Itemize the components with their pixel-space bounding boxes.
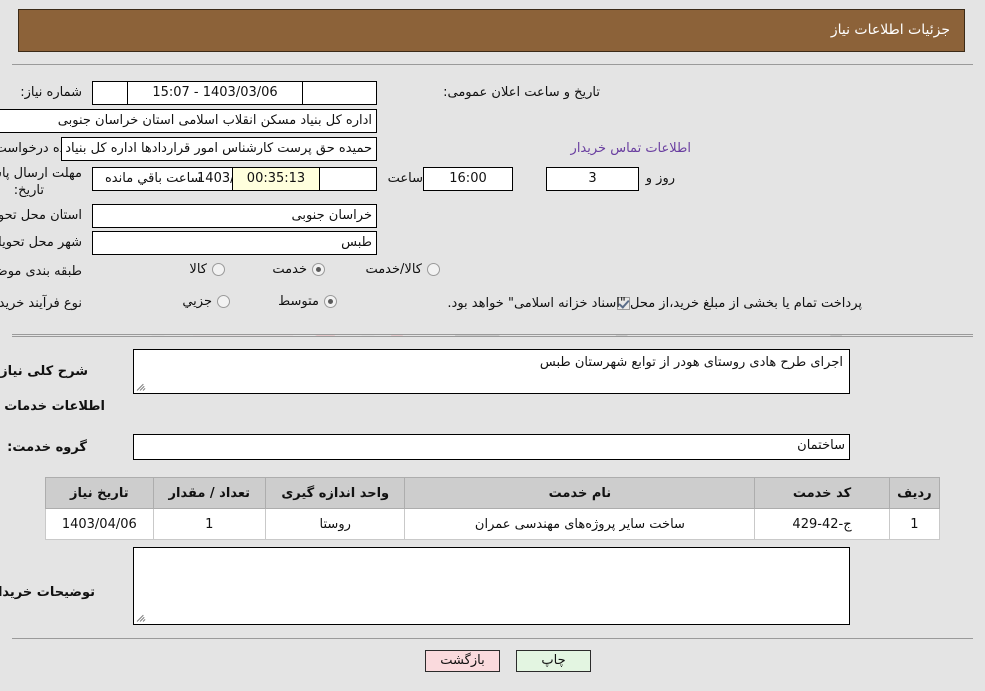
public-announce-label: تاریخ و ساعت اعلان عمومی: xyxy=(443,85,600,100)
services-heading: اطلاعات خدمات مورد نیاز xyxy=(0,399,105,414)
treasury-documents-text: پرداخت تمام یا بخشی از مبلغ خرید،از محل … xyxy=(447,296,862,311)
col-need-date: تاریخ نیاز xyxy=(45,477,154,509)
general-description-value: اجرای طرح هادی روستای هودر از توابع شهرس… xyxy=(539,355,843,370)
resize-grip-icon[interactable] xyxy=(136,612,147,623)
category-option-goods-service-label: کالا/خدمت xyxy=(365,262,422,277)
radio-minor[interactable] xyxy=(217,295,230,308)
need-number-label: شماره نیاز: xyxy=(20,85,82,100)
purchase-type-label: نوع فرآیند خرید : xyxy=(0,296,82,311)
deadline-countdown-value: 00:35:13 xyxy=(232,167,320,191)
radio-goods[interactable] xyxy=(212,263,225,276)
request-creator-value: حمیده حق پرست کارشناس امور قراردادها ادا… xyxy=(61,137,377,161)
buyer-contact-link[interactable]: اطلاعات تماس خریدار xyxy=(571,141,691,156)
page-header: جزئیات اطلاعات نیاز xyxy=(18,9,965,52)
col-unit: واحد اندازه گیری xyxy=(264,477,406,509)
service-group-label: گروه خدمت: xyxy=(7,440,87,455)
deadline-days-value: 3 xyxy=(546,167,639,191)
delivery-province-label: استان محل تحویل: xyxy=(0,208,82,223)
resize-grip-icon[interactable] xyxy=(136,381,147,392)
cell-need-date: 1403/04/06 xyxy=(45,508,154,540)
buyer-notes-label: توضیحات خریدار: xyxy=(0,585,95,600)
category-label: طبقه بندی موضوعی: xyxy=(0,264,82,279)
deadline-days-label: روز و xyxy=(645,171,675,186)
cell-quantity: 1 xyxy=(152,508,266,540)
col-row: ردیف xyxy=(888,477,941,509)
deadline-time-label: ساعت xyxy=(387,171,423,186)
cell-row: 1 xyxy=(888,508,941,540)
cell-service-code: ج-42-429 xyxy=(754,508,890,540)
col-service-code: کد خدمت xyxy=(754,477,890,509)
services-table: ردیف کد خدمت نام خدمت واحد اندازه گیری ت… xyxy=(45,477,941,540)
deadline-label-line2: تاریخ: xyxy=(13,183,44,198)
table-row: 1 ج-42-429 ساخت سایر پروژه‌های مهندسی عم… xyxy=(45,508,941,540)
delivery-city-value: طبس xyxy=(92,231,377,255)
radio-service[interactable] xyxy=(312,263,325,276)
purchase-type-option-minor[interactable]: جزیي xyxy=(182,294,230,309)
buyer-notes-textarea[interactable] xyxy=(133,547,850,625)
service-group-value: ساختمان xyxy=(133,434,850,460)
category-option-service-label: خدمت xyxy=(272,262,307,277)
radio-goods-service[interactable] xyxy=(427,263,440,276)
deadline-remaining-label: ساعت باقي مانده xyxy=(105,171,202,186)
delivery-province-value: خراسان جنوبی xyxy=(92,204,377,228)
page-title: جزئیات اطلاعات نیاز xyxy=(830,22,950,38)
category-option-goods-label: کالا xyxy=(189,262,207,277)
page-root: AriaTender.net جزئیات اطلاعات نیاز شماره… xyxy=(0,0,985,691)
delivery-city-label: شهر محل تحویل: xyxy=(0,235,82,250)
back-button[interactable]: بازگشت xyxy=(425,650,500,672)
purchase-type-option-medium-label: متوسط xyxy=(278,294,319,309)
table-header-row: ردیف کد خدمت نام خدمت واحد اندازه گیری ت… xyxy=(45,477,941,509)
public-announce-value: 15:07 - 1403/03/06 xyxy=(127,81,303,105)
deadline-label-line1: مهلت ارسال پاسخ: تا xyxy=(0,166,82,181)
cell-unit: روستا xyxy=(264,508,406,540)
buyer-org-value: اداره کل بنیاد مسکن انقلاب اسلامی استان … xyxy=(0,109,377,133)
general-description-textarea[interactable]: اجرای طرح هادی روستای هودر از توابع شهرس… xyxy=(133,349,850,394)
col-quantity: تعداد / مقدار xyxy=(152,477,266,509)
purchase-type-option-minor-label: جزیي xyxy=(182,294,212,309)
col-service-name: نام خدمت xyxy=(404,477,756,509)
deadline-time-value: 16:00 xyxy=(423,167,513,191)
radio-medium[interactable] xyxy=(324,295,337,308)
general-description-label: شرح کلی نیاز: xyxy=(0,364,88,379)
purchase-type-option-medium[interactable]: متوسط xyxy=(278,294,337,309)
category-option-goods-service[interactable]: کالا/خدمت xyxy=(365,262,440,277)
category-option-service[interactable]: خدمت xyxy=(272,262,325,277)
print-button[interactable]: چاپ xyxy=(516,650,591,672)
category-option-goods[interactable]: کالا xyxy=(189,262,225,277)
cell-service-name: ساخت سایر پروژه‌های مهندسی عمران xyxy=(404,508,756,540)
